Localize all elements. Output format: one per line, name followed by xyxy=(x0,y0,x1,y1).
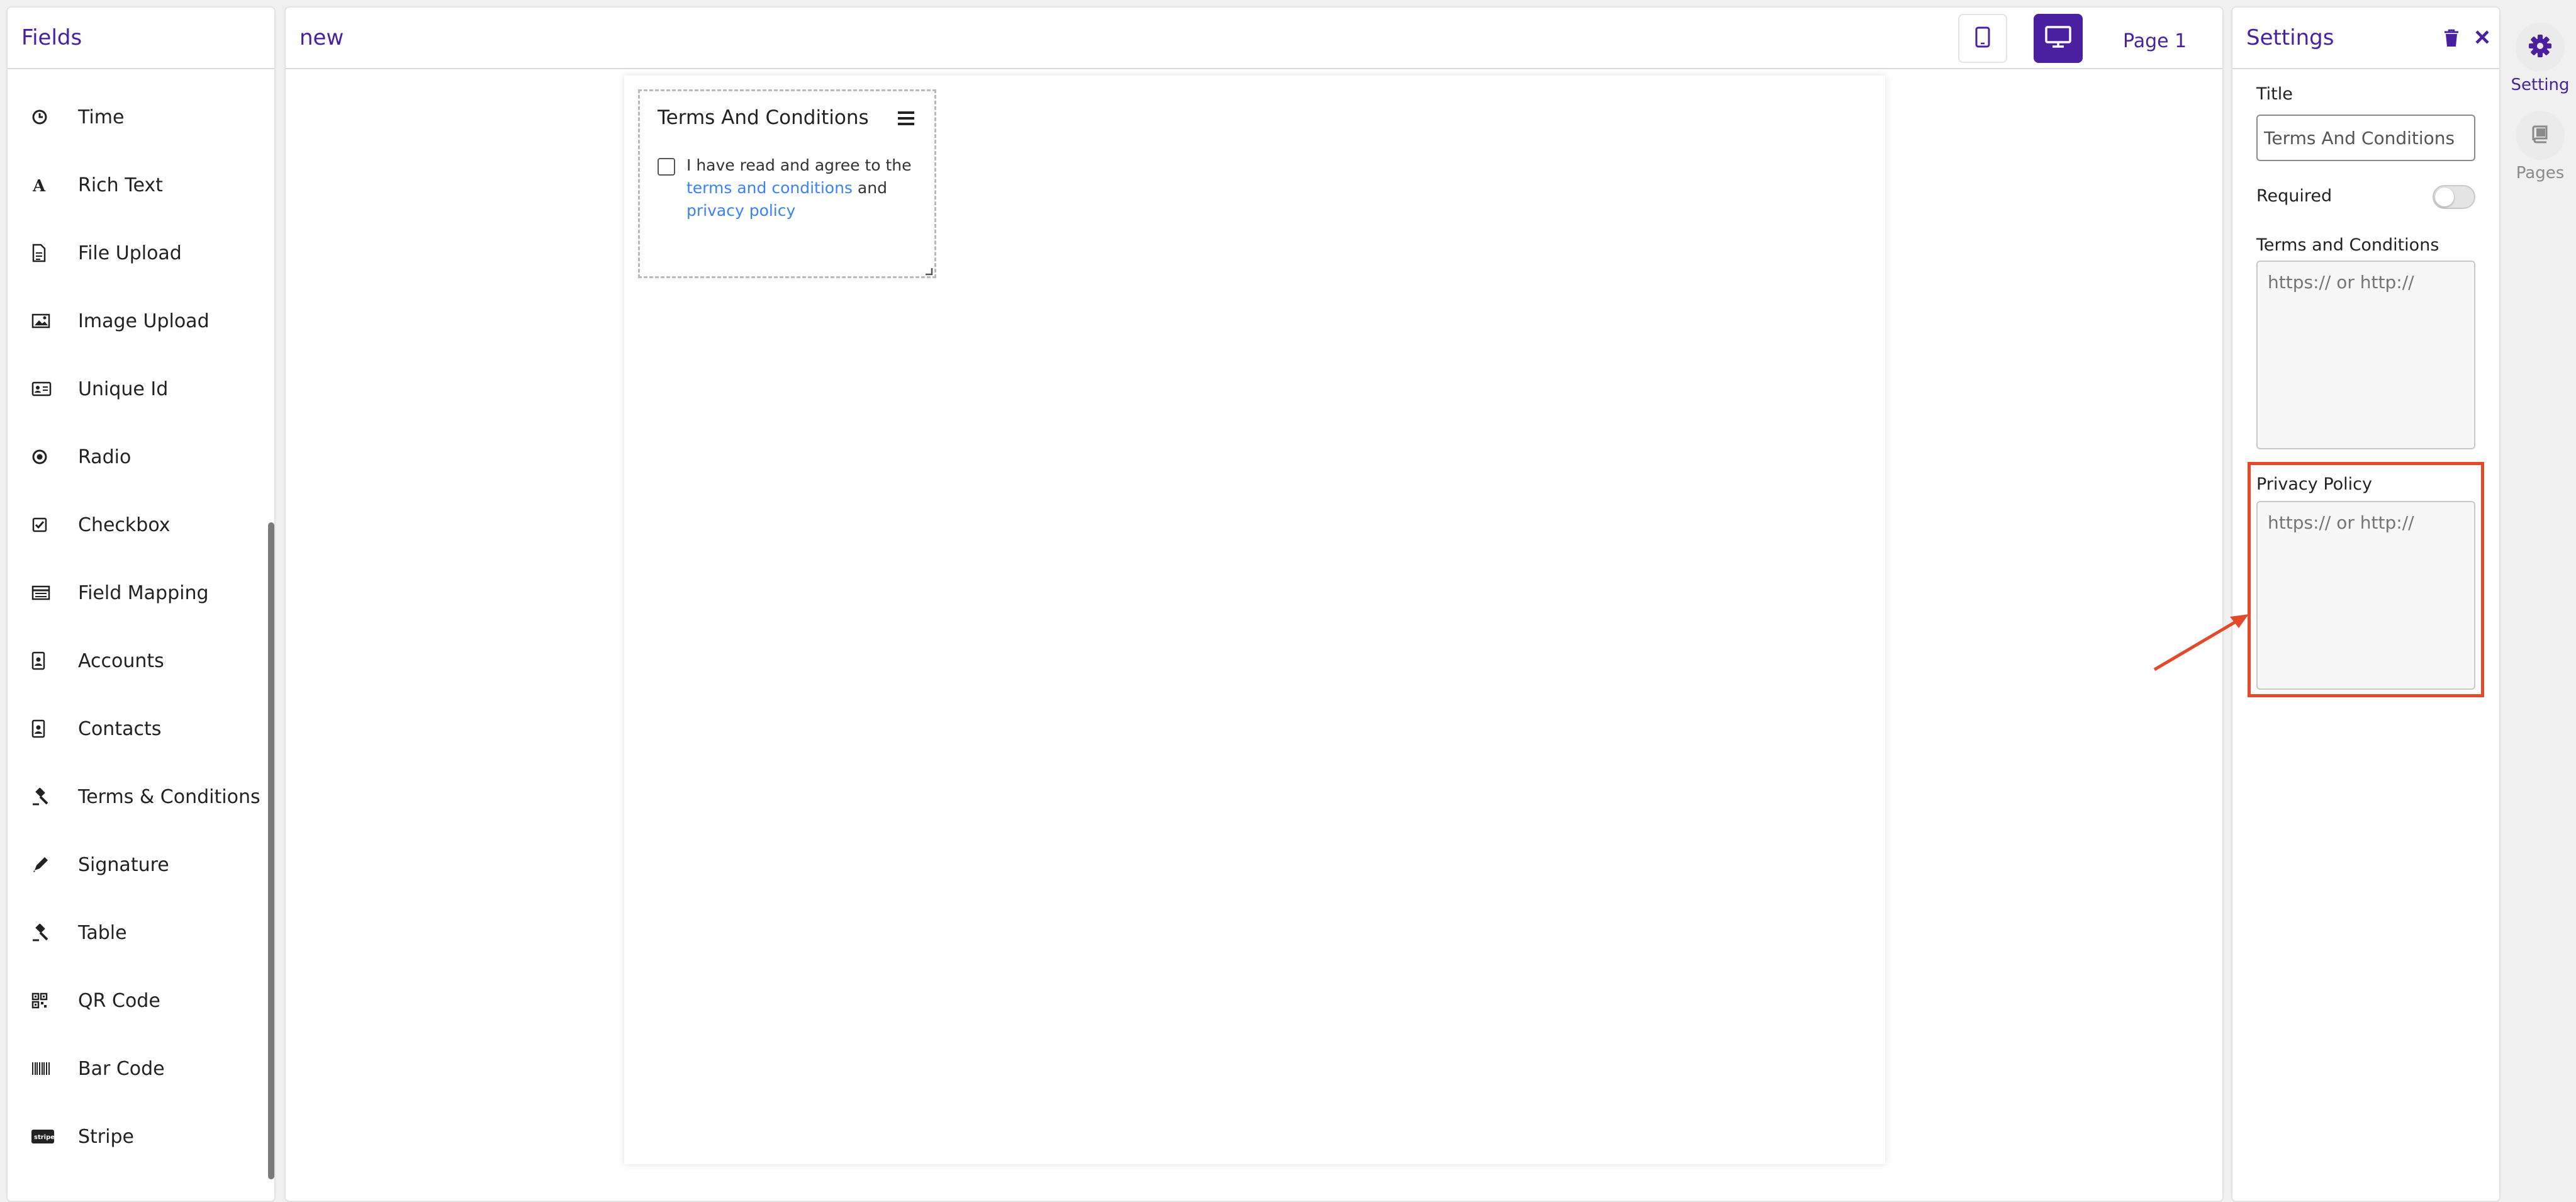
field-label: Table xyxy=(78,921,127,944)
title-input[interactable] xyxy=(2256,115,2475,161)
terms-link[interactable]: terms and conditions xyxy=(686,179,853,197)
terms-url-label: Terms and Conditions xyxy=(2256,235,2439,255)
field-item-bar-code[interactable]: Bar Code xyxy=(8,1043,266,1094)
agree-text-prefix: I have read and agree to the xyxy=(686,156,912,174)
field-item-image-upload[interactable]: Image Upload xyxy=(8,296,266,346)
annotation-arrow xyxy=(2146,604,2253,676)
contact-badge-icon xyxy=(31,716,62,741)
field-label: Signature xyxy=(78,853,169,876)
clock-icon xyxy=(31,104,62,130)
field-item-table[interactable]: Table xyxy=(8,907,266,958)
page-selector[interactable]: Page 1 xyxy=(2123,30,2187,52)
field-item-checkbox[interactable]: Checkbox xyxy=(8,500,266,550)
field-item-accounts[interactable]: Accounts xyxy=(8,636,266,686)
rail-setting-circle xyxy=(2516,23,2565,72)
title-label: Title xyxy=(2256,84,2293,104)
image-icon xyxy=(31,308,62,334)
settings-header: Settings xyxy=(2232,8,2499,69)
agree-text-and: and xyxy=(857,179,887,197)
required-toggle[interactable] xyxy=(2433,185,2475,209)
settings-title: Settings xyxy=(2246,25,2334,50)
contact-badge-icon xyxy=(31,648,62,673)
field-label: Rich Text xyxy=(78,174,163,196)
pen-icon xyxy=(31,852,62,877)
book-icon xyxy=(2531,125,2550,146)
field-label: Bar Code xyxy=(78,1057,165,1080)
id-card-icon xyxy=(31,376,62,402)
svg-text:A: A xyxy=(32,177,46,194)
field-item-qr-code[interactable]: QR Code xyxy=(8,975,266,1026)
agree-text: I have read and agree to the terms and c… xyxy=(686,154,926,222)
rail-pages-tab[interactable]: Pages xyxy=(2507,111,2573,183)
field-item-field-mapping[interactable]: Field Mapping xyxy=(8,568,266,618)
desktop-icon xyxy=(2045,26,2071,51)
mapping-icon xyxy=(31,580,62,605)
fields-panel: Fields Time A Rich Text File Upload Imag… xyxy=(6,6,276,1202)
resize-handle-icon[interactable] xyxy=(924,266,933,278)
hamburger-menu-icon[interactable] xyxy=(897,110,916,129)
fields-scrollbar-thumb[interactable] xyxy=(268,522,274,1179)
rail-pages-circle xyxy=(2516,111,2565,160)
checkbox-icon xyxy=(31,512,62,537)
terms-conditions-widget[interactable]: Terms And Conditions I have read and agr… xyxy=(638,89,936,278)
rail-setting-tab[interactable]: Setting xyxy=(2507,23,2573,94)
field-label: File Upload xyxy=(78,242,182,264)
barcode-icon xyxy=(31,1056,62,1081)
field-label: QR Code xyxy=(78,989,160,1012)
fields-title: Fields xyxy=(21,25,82,50)
field-label: Time xyxy=(78,106,125,128)
desktop-view-button[interactable] xyxy=(2034,14,2083,63)
gavel-icon xyxy=(31,784,62,809)
form-canvas[interactable]: Terms And Conditions I have read and agr… xyxy=(624,76,1885,1164)
privacy-url-label: Privacy Policy xyxy=(2256,475,2373,494)
field-label: Accounts xyxy=(78,649,164,672)
form-name[interactable]: new xyxy=(300,25,344,50)
gear-icon xyxy=(2528,33,2553,61)
field-label: Field Mapping xyxy=(78,581,209,604)
field-item-terms-conditions[interactable]: Terms & Conditions xyxy=(8,772,266,822)
font-a-icon: A xyxy=(31,172,62,198)
rail-pages-label: Pages xyxy=(2516,164,2565,183)
field-label: Unique Id xyxy=(78,378,169,400)
canvas-header: new xyxy=(286,8,2222,69)
rail-setting-label: Setting xyxy=(2511,76,2570,94)
field-item-unique-id[interactable]: Unique Id xyxy=(8,364,266,414)
stripe-icon: stripe xyxy=(31,1124,62,1149)
radio-icon xyxy=(31,444,62,469)
close-icon[interactable] xyxy=(2474,29,2490,50)
toggle-knob xyxy=(2435,188,2454,206)
fields-header: Fields xyxy=(8,8,274,69)
tablet-view-button[interactable] xyxy=(1958,14,2007,63)
field-label: Radio xyxy=(78,446,132,468)
field-item-stripe[interactable]: stripe Stripe xyxy=(8,1111,266,1162)
field-label: Contacts xyxy=(78,717,162,740)
field-item-contacts[interactable]: Contacts xyxy=(8,704,266,754)
svg-text:stripe: stripe xyxy=(34,1134,54,1141)
required-label: Required xyxy=(2256,186,2332,206)
field-label: Image Upload xyxy=(78,310,210,332)
settings-panel: Settings Title Required Terms and Condit… xyxy=(2231,6,2500,1202)
terms-url-input[interactable] xyxy=(2256,261,2475,449)
field-label: Stripe xyxy=(78,1125,134,1148)
canvas-panel: new Page 1 Terms And Conditions I have r… xyxy=(284,6,2224,1202)
field-item-radio[interactable]: Radio xyxy=(8,432,266,482)
widget-title: Terms And Conditions xyxy=(658,106,869,129)
field-label: Checkbox xyxy=(78,514,171,536)
qr-code-icon xyxy=(31,988,62,1013)
field-label: Terms & Conditions xyxy=(78,785,260,808)
tablet-icon xyxy=(1974,26,1991,50)
trash-icon[interactable] xyxy=(2444,29,2459,50)
field-item-rich-text[interactable]: A Rich Text xyxy=(8,160,266,210)
privacy-link[interactable]: privacy policy xyxy=(686,201,795,220)
field-item-time[interactable]: Time xyxy=(8,92,266,142)
gavel-icon xyxy=(31,920,62,945)
agree-checkbox[interactable] xyxy=(658,158,675,176)
field-item-file-upload[interactable]: File Upload xyxy=(8,228,266,278)
privacy-url-input[interactable] xyxy=(2256,501,2475,690)
file-icon xyxy=(31,240,62,266)
field-item-signature[interactable]: Signature xyxy=(8,840,266,890)
